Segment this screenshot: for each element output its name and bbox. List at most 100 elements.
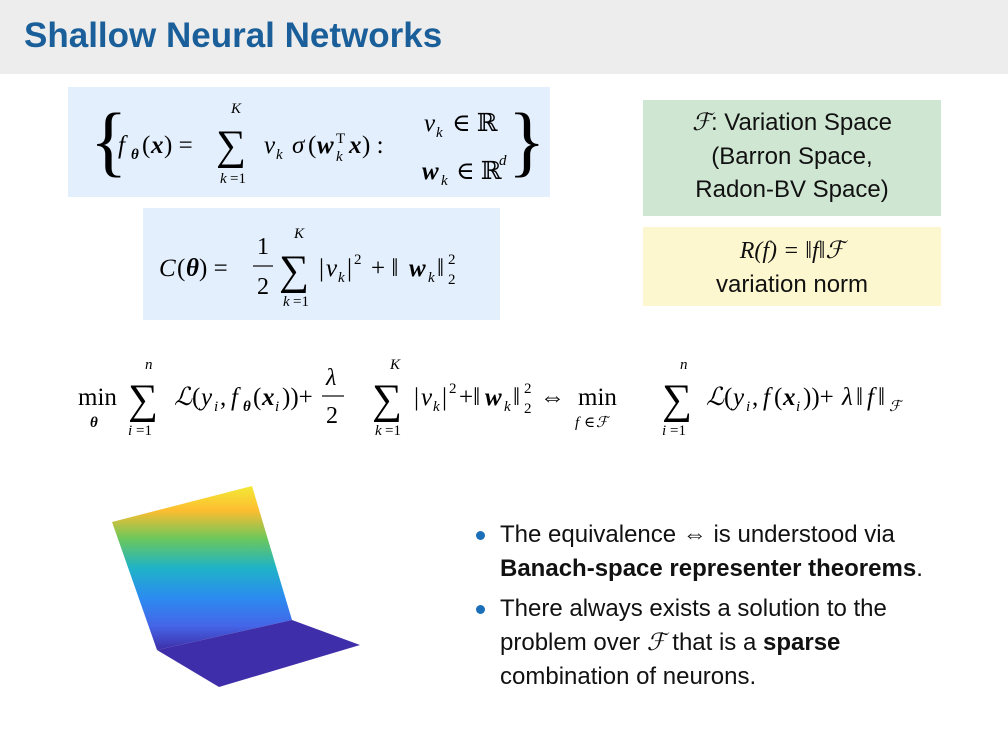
equivalence-formula: min θ n ∑ i =1 ℒ ( y i , f θ ( x i ))+ λ… <box>78 357 904 439</box>
svg-text:(: ( <box>774 384 782 411</box>
svg-text:k: k <box>441 173 448 189</box>
svg-text:(: ( <box>724 384 732 411</box>
svg-text:=1: =1 <box>136 423 152 439</box>
svg-text:k: k <box>220 171 227 187</box>
svg-text:∑: ∑ <box>128 377 158 423</box>
svg-text:K: K <box>293 226 305 242</box>
svg-text:x: x <box>782 384 796 411</box>
svg-text:‖: ‖ <box>437 255 444 282</box>
svg-text:|: | <box>319 255 324 282</box>
svg-text:y: y <box>730 384 745 411</box>
svg-text:∈ ℝ: ∈ ℝ <box>456 158 502 185</box>
bold-representer-theorems: Banach-space representer theorems <box>500 555 917 582</box>
svg-text:x: x <box>348 132 362 159</box>
svg-text:K: K <box>230 101 242 117</box>
surface-active-face <box>112 486 292 650</box>
svg-text:‖: ‖ <box>878 384 885 411</box>
calligraphic-f-symbol: ℱ <box>692 110 711 136</box>
svg-text:i: i <box>662 423 666 439</box>
svg-text:‖: ‖ <box>856 384 863 411</box>
svg-text:n: n <box>680 357 688 373</box>
svg-text:θ: θ <box>131 147 139 163</box>
cost-box: C ( θ ) = 1 2 K ∑ k =1 | v k | 2 + ‖ w k… <box>143 208 500 320</box>
svg-text:w: w <box>409 255 426 282</box>
svg-text:|: | <box>347 255 352 282</box>
svg-text:∑: ∑ <box>216 123 246 169</box>
svg-text:w: w <box>317 132 334 159</box>
bullet-item-1: The equivalence ⇔ is understood via Bana… <box>476 518 976 586</box>
svg-text:k: k <box>436 125 443 141</box>
svg-text:T: T <box>336 131 345 147</box>
svg-text:=1: =1 <box>670 423 686 439</box>
svg-text:‖: ‖ <box>513 384 520 411</box>
relu-neuron-surface-plot <box>112 486 360 687</box>
svg-text:⇔: ⇔ <box>540 384 565 411</box>
svg-text:=1: =1 <box>230 171 246 187</box>
svg-text:λ: λ <box>325 365 336 391</box>
svg-text:k: k <box>336 149 343 165</box>
svg-text:k: k <box>375 423 382 439</box>
svg-text:+ ‖: + ‖ <box>371 255 398 282</box>
slide-title: Shallow Neural Networks <box>24 16 443 55</box>
model-class-box: { f θ ( x ) = K ∑ k =1 v k σ ( w T k x )… <box>68 87 550 197</box>
svg-text:(: ( <box>177 255 185 282</box>
svg-text:λ: λ <box>841 384 853 411</box>
svg-text:f: f <box>575 415 581 431</box>
svg-text:}: } <box>508 97 545 184</box>
svg-text:))+: ))+ <box>282 384 313 411</box>
svg-text:f: f <box>763 384 773 411</box>
svg-text:θ: θ <box>90 415 98 431</box>
svg-text:i: i <box>128 423 132 439</box>
svg-text:k: k <box>428 270 435 286</box>
variation-space-line3: Radon-BV Space) <box>695 176 889 203</box>
svg-text:=1: =1 <box>293 294 309 310</box>
svg-text:(: ( <box>192 384 200 411</box>
svg-text:2: 2 <box>354 252 362 268</box>
svg-text:θ: θ <box>243 399 251 415</box>
svg-text:) =: ) = <box>199 255 228 282</box>
svg-text:2: 2 <box>326 403 338 429</box>
svg-text:v: v <box>421 384 433 411</box>
svg-text:ℒ: ℒ <box>706 384 725 411</box>
svg-text:|: | <box>414 384 419 411</box>
svg-text:ℒ: ℒ <box>174 384 193 411</box>
svg-text:k: k <box>283 294 290 310</box>
svg-text:v: v <box>326 255 338 282</box>
svg-text:))+: ))+ <box>803 384 834 411</box>
svg-text:ℱ: ℱ <box>889 399 904 415</box>
svg-text:f: f <box>867 384 877 411</box>
svg-text:k: k <box>276 147 283 163</box>
svg-text:C: C <box>159 255 176 282</box>
svg-text:v: v <box>264 132 276 159</box>
svg-text:2: 2 <box>449 381 457 397</box>
svg-text:x: x <box>261 384 275 411</box>
variation-space-line2: (Barron Space, <box>711 143 873 170</box>
svg-text:K: K <box>389 357 401 373</box>
svg-text:2: 2 <box>448 252 456 268</box>
svg-text:w: w <box>422 158 439 185</box>
svg-text:k: k <box>338 270 345 286</box>
svg-text:∈: ∈ <box>584 415 595 431</box>
svg-text:n: n <box>145 357 153 373</box>
svg-text:2: 2 <box>448 272 456 288</box>
svg-text:2: 2 <box>257 274 269 300</box>
svg-text:i: i <box>746 399 750 415</box>
svg-text:k: k <box>433 399 440 415</box>
svg-text:) =: ) = <box>164 132 193 159</box>
bold-sparse: sparse <box>763 629 841 656</box>
svg-text:∑: ∑ <box>279 248 309 294</box>
svg-text:d: d <box>499 153 507 169</box>
svg-text:) :: ) : <box>362 132 384 159</box>
svg-text:1: 1 <box>257 234 269 260</box>
calligraphic-f-inline: ℱ <box>646 630 666 656</box>
bullet-dot-icon <box>476 605 485 614</box>
variation-space-line1: : Variation Space <box>710 109 892 136</box>
svg-text:∑: ∑ <box>662 377 692 423</box>
svg-text:,: , <box>220 384 226 411</box>
svg-text:(: ( <box>253 384 261 411</box>
svg-text:(: ( <box>308 132 316 159</box>
variation-norm-label: variation norm <box>715 271 869 298</box>
svg-text:2: 2 <box>524 401 532 417</box>
svg-text:i: i <box>214 399 218 415</box>
svg-text:k: k <box>504 399 511 415</box>
